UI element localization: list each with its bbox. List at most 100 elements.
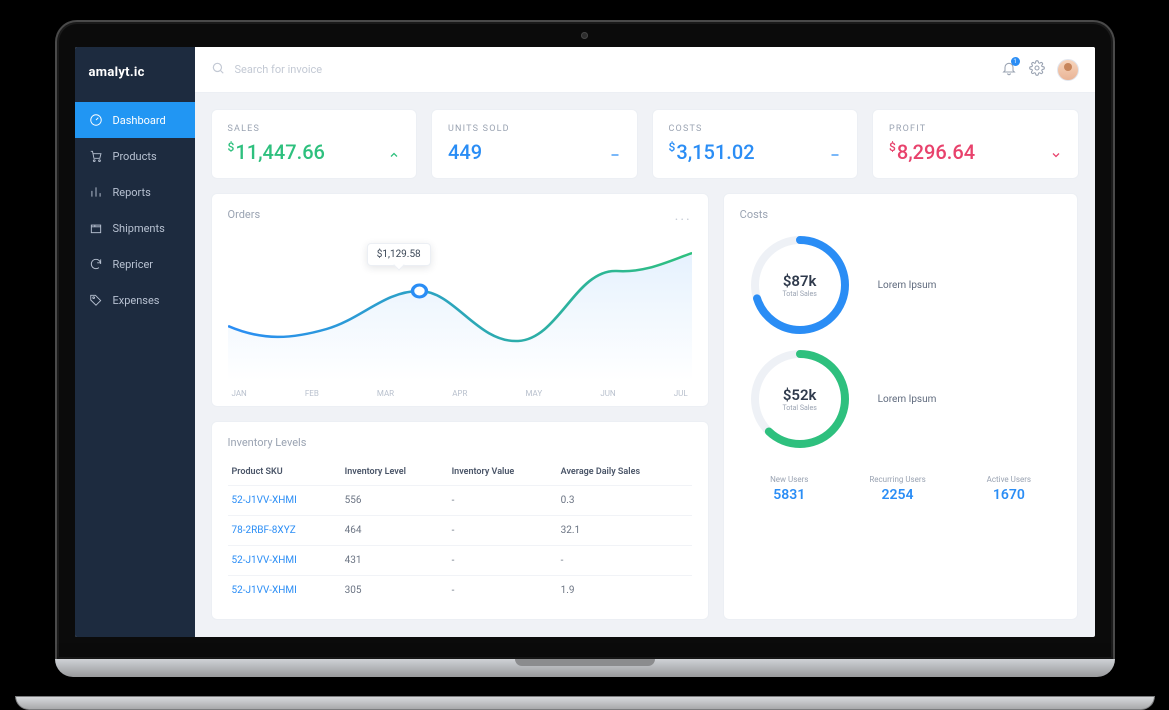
stat-label: Active Users <box>987 475 1031 484</box>
search-icon <box>211 60 225 79</box>
refresh-icon <box>89 257 103 271</box>
orders-title: Orders <box>228 208 261 221</box>
sidebar-item-label: Expenses <box>113 294 160 307</box>
bars-icon <box>89 185 103 199</box>
avatar[interactable] <box>1057 59 1079 81</box>
sku-link[interactable]: 78-2RBF-8XYZ <box>232 525 296 536</box>
notifications-badge: 1 <box>1011 57 1020 66</box>
donut-label: Lorem Ipsum <box>878 280 937 291</box>
search-input[interactable] <box>233 62 989 77</box>
sidebar-item-products[interactable]: Products <box>75 138 195 174</box>
costs-panel: Costs $87kTotal SalesLorem Ipsum$52kTota… <box>723 193 1079 620</box>
table-cell: - <box>448 486 557 516</box>
trend-up-icon <box>388 146 400 158</box>
kpi-title: PROFIT <box>889 124 1062 134</box>
box-icon <box>89 221 103 235</box>
table-header: Inventory Value <box>448 459 557 486</box>
kpi-units: UNITS SOLD 449 <box>431 109 638 179</box>
table-cell: 305 <box>341 576 448 606</box>
sidebar: amalyt.ic Dashboard Products Reports Shipme… <box>75 47 195 637</box>
month-label: JUL <box>674 389 688 398</box>
sidebar-item-dashboard[interactable]: Dashboard <box>75 102 195 138</box>
kpi-value: $11,447.66 <box>228 140 325 164</box>
orders-panel: Orders ··· $1,129.58 <box>211 193 709 407</box>
donut-chart: $87kTotal Sales <box>750 235 850 335</box>
kpi-title: UNITS SOLD <box>448 124 621 134</box>
table-cell: 464 <box>341 516 448 546</box>
sidebar-item-label: Shipments <box>113 222 165 235</box>
month-label: FEB <box>305 389 319 398</box>
table-cell: - <box>557 546 692 576</box>
settings-button[interactable] <box>1029 60 1045 80</box>
inventory-table: Product SKUInventory LevelInventory Valu… <box>228 459 692 605</box>
user-stat: New Users 5831 <box>770 475 808 503</box>
kpi-value: 449 <box>448 140 482 164</box>
sku-link[interactable]: 52-J1VV-XHMI <box>232 555 297 566</box>
orders-chart: $1,129.58 <box>228 231 692 381</box>
table-cell: 431 <box>341 546 448 576</box>
stat-label: New Users <box>770 475 808 484</box>
sidebar-item-label: Repricer <box>113 258 154 271</box>
inventory-panel: Inventory Levels Product SKUInventory Le… <box>211 421 709 620</box>
month-label: APR <box>452 389 467 398</box>
donut-value: $87k <box>783 272 817 290</box>
user-stat: Active Users 1670 <box>987 475 1031 503</box>
trend-flat-icon <box>609 146 621 158</box>
sidebar-item-expenses[interactable]: Expenses <box>75 282 195 318</box>
sku-link[interactable]: 52-J1VV-XHMI <box>232 495 297 506</box>
table-cell: 32.1 <box>557 516 692 546</box>
month-label: JUN <box>600 389 615 398</box>
orders-callout: $1,129.58 <box>367 243 431 266</box>
donut-row: $52kTotal Sales Lorem Ipsum <box>740 349 1062 449</box>
search <box>211 60 989 79</box>
table-row: 52-J1VV-XHMI 556-0.3 <box>228 486 692 516</box>
tag-icon <box>89 293 103 307</box>
table-header: Inventory Level <box>341 459 448 486</box>
sidebar-item-reports[interactable]: Reports <box>75 174 195 210</box>
kpi-value: $3,151.02 <box>669 140 755 164</box>
kpi-sales: SALES $11,447.66 <box>211 109 418 179</box>
table-cell: - <box>448 546 557 576</box>
table-header: Average Daily Sales <box>557 459 692 486</box>
speedometer-icon <box>89 113 103 127</box>
sidebar-item-label: Reports <box>113 186 151 199</box>
topbar: 1 <box>195 47 1095 93</box>
stat-value: 5831 <box>770 487 808 503</box>
kpi-title: COSTS <box>669 124 842 134</box>
sku-link[interactable]: 52-J1VV-XHMI <box>232 585 297 596</box>
table-row: 52-J1VV-XHMI431-- <box>228 546 692 576</box>
table-cell: 556 <box>341 486 448 516</box>
table-cell: 0.3 <box>557 486 692 516</box>
stat-label: Recurring Users <box>869 475 925 484</box>
donut-chart: $52kTotal Sales <box>750 349 850 449</box>
table-row: 78-2RBF-8XYZ 464-32.1 <box>228 516 692 546</box>
sidebar-item-shipments[interactable]: Shipments <box>75 210 195 246</box>
kpi-title: SALES <box>228 124 401 134</box>
donut-label: Lorem Ipsum <box>878 394 937 405</box>
orders-menu-button[interactable]: ··· <box>675 212 692 228</box>
brand-logo: amalyt.ic <box>75 47 195 102</box>
donut-row: $87kTotal Sales Lorem Ipsum <box>740 235 1062 335</box>
month-label: JAN <box>232 389 247 398</box>
cart-icon <box>89 149 103 163</box>
costs-title: Costs <box>740 208 1062 221</box>
sidebar-item-repricer[interactable]: Repricer <box>75 246 195 282</box>
user-stat: Recurring Users 2254 <box>869 475 925 503</box>
table-header: Product SKU <box>228 459 341 486</box>
inventory-title: Inventory Levels <box>228 436 692 449</box>
table-row: 52-J1VV-XHMI305-1.9 <box>228 576 692 606</box>
month-label: MAY <box>526 389 543 398</box>
stat-value: 1670 <box>987 487 1031 503</box>
table-cell: - <box>448 516 557 546</box>
trend-down-icon <box>1050 146 1062 158</box>
notifications-button[interactable]: 1 <box>1001 60 1017 80</box>
sidebar-item-label: Dashboard <box>113 114 166 127</box>
table-cell: 1.9 <box>557 576 692 606</box>
kpi-profit: PROFIT$8,296.64 <box>872 109 1079 179</box>
donut-value: $52k <box>783 386 817 404</box>
sidebar-item-label: Products <box>113 150 157 163</box>
donut-sublabel: Total Sales <box>782 290 816 298</box>
donut-sublabel: Total Sales <box>782 404 816 412</box>
trend-flat-icon <box>829 146 841 158</box>
stat-value: 2254 <box>869 487 925 503</box>
